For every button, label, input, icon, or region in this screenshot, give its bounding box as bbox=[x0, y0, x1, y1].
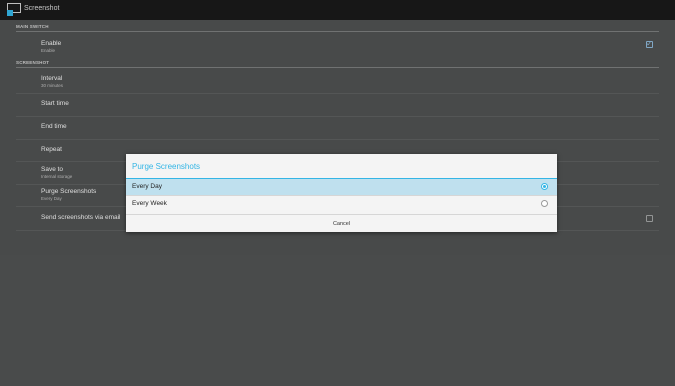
radio-unselected-icon[interactable] bbox=[541, 200, 548, 207]
option-every-day[interactable]: Every Day bbox=[126, 179, 557, 195]
purge-screenshots-dialog: Purge Screenshots Every Day Every Week C… bbox=[126, 154, 557, 232]
radio-selected-icon[interactable] bbox=[541, 183, 548, 190]
cancel-button[interactable]: Cancel bbox=[126, 214, 557, 232]
option-label: Every Week bbox=[132, 200, 167, 207]
option-every-week[interactable]: Every Week bbox=[126, 196, 557, 212]
option-label: Every Day bbox=[132, 183, 162, 190]
dialog-title: Purge Screenshots bbox=[132, 162, 201, 171]
